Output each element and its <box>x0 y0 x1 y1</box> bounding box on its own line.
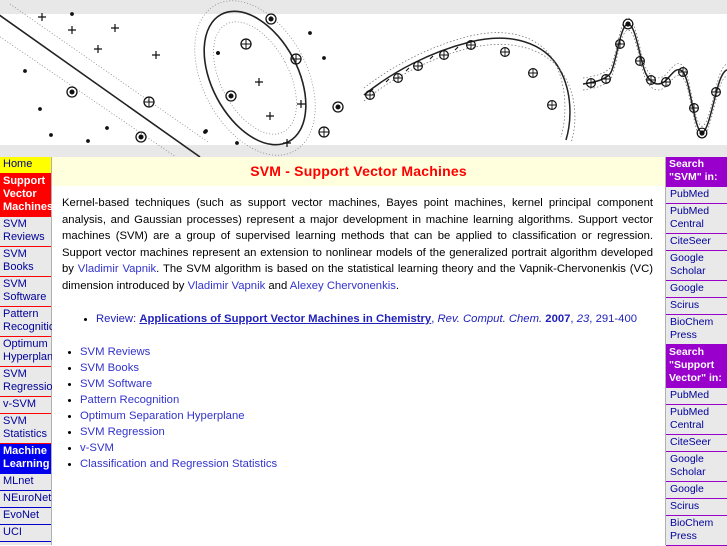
topic-link-svm-books[interactable]: SVM Books <box>80 362 139 374</box>
link-alexey-chervonenkis[interactable]: Alexey Chervonenkis <box>290 280 396 292</box>
sidebar-item-evonet[interactable]: EvoNet <box>0 508 51 525</box>
title-banner: SVM - Support Vector Machines <box>52 157 665 186</box>
sidebar-item-neuronet[interactable]: NEuroNet <box>0 491 51 508</box>
topic-link-classification-and-regression-statistics[interactable]: Classification and Regression Statistics <box>80 458 277 470</box>
sidebar-item-svm-software[interactable]: SVM Software <box>0 277 51 307</box>
sidebar-item-pattern-recognition[interactable]: Pattern Recognition <box>0 307 61 337</box>
list-item: Optimum Separation Hyperplane <box>80 408 665 424</box>
review-year: 2007 <box>545 313 571 325</box>
sidebar-item-svm-statistics[interactable]: SVM Statistics <box>0 414 51 444</box>
svm-banner-graphic <box>0 0 727 157</box>
search-sv-google-scholar[interactable]: Google Scholar <box>666 452 727 482</box>
search-svm-google-scholar[interactable]: Google Scholar <box>666 251 727 281</box>
search-group-heading-support-vector: Search "Support Vector" in: <box>666 345 727 388</box>
review-label: Review: <box>96 313 140 325</box>
review-volume: 23 <box>576 313 590 325</box>
left-sidebar-nav: Home Support Vector Machines SVM Reviews… <box>0 157 61 545</box>
search-sv-citeseer[interactable]: CiteSeer <box>666 435 727 452</box>
topic-link-list: SVM Reviews SVM Books SVM Software Patte… <box>52 344 665 472</box>
topic-link-v-svm[interactable]: v-SVM <box>80 442 114 454</box>
sidebar-item-svm-regression[interactable]: SVM Regression <box>0 367 59 397</box>
review-journal: Rev. Comput. Chem. <box>437 313 543 325</box>
search-group-heading-svm: Search "SVM" in: <box>666 157 727 187</box>
sidebar-item-mlnet[interactable]: MLnet <box>0 474 51 491</box>
intro-text-4: . <box>395 279 400 292</box>
header-banner <box>0 0 727 157</box>
sidebar-item-support-vector-machines[interactable]: Support Vector Machines <box>0 174 53 217</box>
main-content: SVM - Support Vector Machines Kernel-bas… <box>52 157 665 545</box>
search-svm-pubmed[interactable]: PubMed <box>666 187 727 204</box>
search-sv-google[interactable]: Google <box>666 482 727 499</box>
review-list: Review: Applications of Support Vector M… <box>52 311 665 327</box>
page-body: Home Support Vector Machines SVM Reviews… <box>0 157 727 546</box>
search-sv-pubmed-central[interactable]: PubMed Central <box>666 405 727 435</box>
topic-link-svm-reviews[interactable]: SVM Reviews <box>80 346 150 358</box>
intro-paragraph: Kernel-based techniques (such as support… <box>62 195 653 294</box>
search-svm-pubmed-central[interactable]: PubMed Central <box>666 204 727 234</box>
list-item: Review: Applications of Support Vector M… <box>96 311 665 327</box>
sidebar-item-machine-learning[interactable]: Machine Learning <box>0 444 51 474</box>
sidebar-item-svm-books[interactable]: SVM Books <box>0 247 51 277</box>
review-pages: 291-400 <box>595 313 638 325</box>
search-svm-scirus[interactable]: Scirus <box>666 298 727 315</box>
search-sv-scirus[interactable]: Scirus <box>666 499 727 516</box>
search-sv-biochem-press[interactable]: BioChem Press <box>666 516 727 546</box>
sidebar-item-svm-reviews[interactable]: SVM Reviews <box>0 217 51 247</box>
list-item: Classification and Regression Statistics <box>80 456 665 472</box>
list-item: Pattern Recognition <box>80 392 665 408</box>
sidebar-item-uci[interactable]: UCI <box>0 525 51 542</box>
search-sv-pubmed[interactable]: PubMed <box>666 388 727 405</box>
search-svm-biochem-press[interactable]: BioChem Press <box>666 315 727 345</box>
sidebar-item-optimum-hyperplane[interactable]: Optimum Hyperplane <box>0 337 59 367</box>
list-item: SVM Regression <box>80 424 665 440</box>
link-vladimir-vapnik-1[interactable]: Vladimir Vapnik <box>78 263 156 275</box>
sidebar-item-home[interactable]: Home <box>0 157 51 174</box>
right-sidebar-search: Search "SVM" in: PubMed PubMed Central C… <box>665 157 727 546</box>
intro-text-3: and <box>265 279 290 292</box>
list-item: v-SVM <box>80 440 665 456</box>
topic-link-svm-regression[interactable]: SVM Regression <box>80 426 165 438</box>
search-svm-citeseer[interactable]: CiteSeer <box>666 234 727 251</box>
topic-link-svm-software[interactable]: SVM Software <box>80 378 152 390</box>
sidebar-item-v-svm[interactable]: v-SVM <box>0 397 51 414</box>
list-item: SVM Reviews <box>80 344 665 360</box>
link-vladimir-vapnik-2[interactable]: Vladimir Vapnik <box>188 280 266 292</box>
topic-link-optimum-separation-hyperplane[interactable]: Optimum Separation Hyperplane <box>80 410 245 422</box>
review-title-link[interactable]: Applications of Support Vector Machines … <box>139 313 431 325</box>
list-item: SVM Software <box>80 376 665 392</box>
list-item: SVM Books <box>80 360 665 376</box>
topic-link-pattern-recognition[interactable]: Pattern Recognition <box>80 394 179 406</box>
page-title: SVM - Support Vector Machines <box>250 163 467 179</box>
search-svm-google[interactable]: Google <box>666 281 727 298</box>
